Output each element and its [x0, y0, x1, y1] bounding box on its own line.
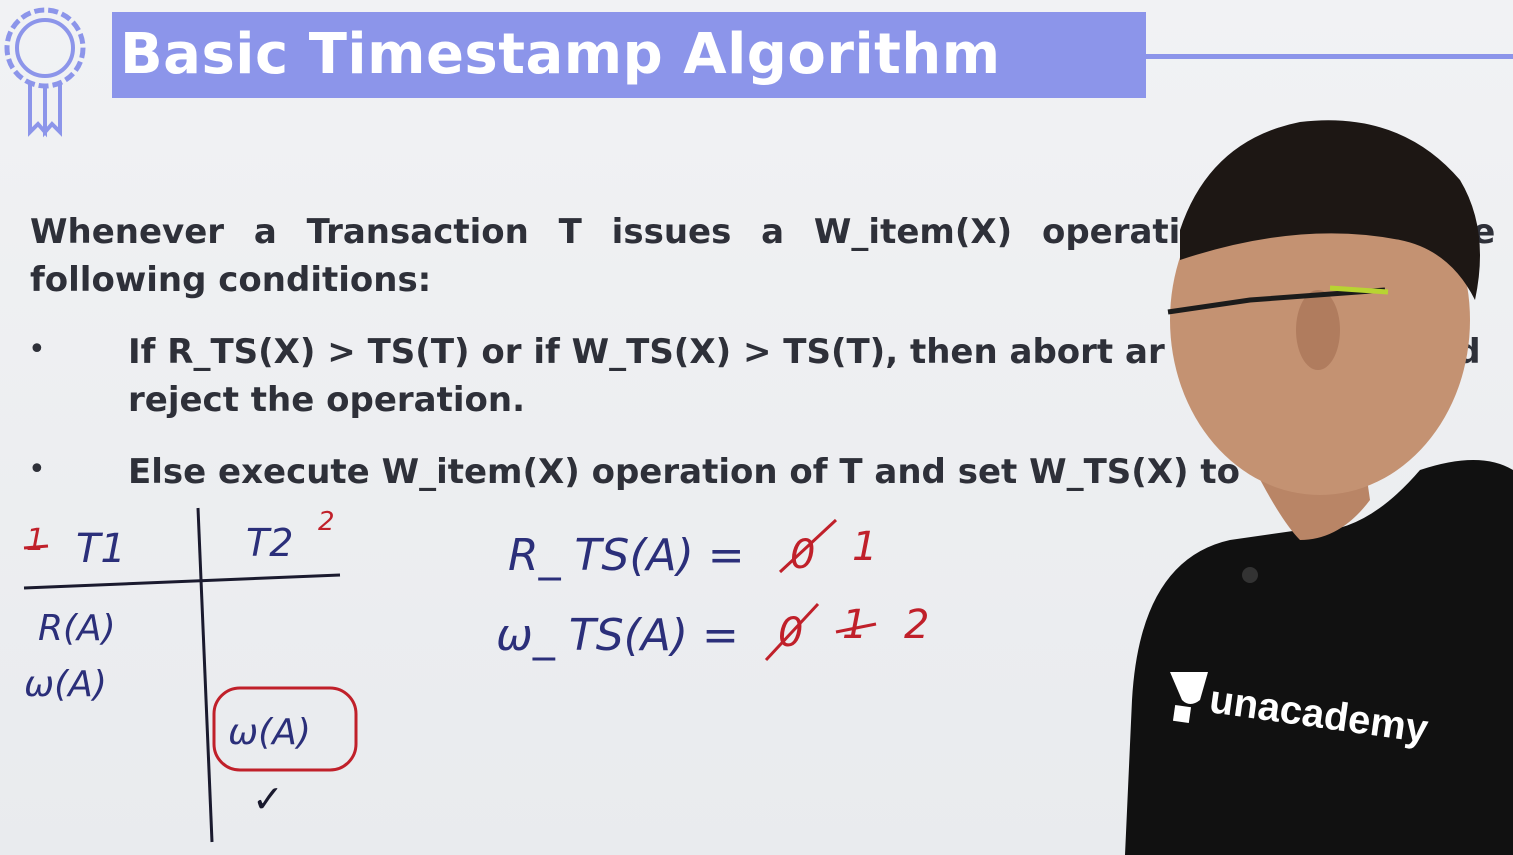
slide: Basic Timestamp Algorithm Whenever a Tra…	[0, 0, 1513, 855]
presenter: unacademy	[1125, 120, 1513, 855]
unacademy-logo-base	[1172, 704, 1192, 724]
presenter-ear	[1296, 290, 1340, 370]
lapel-mic-icon	[1242, 567, 1258, 583]
